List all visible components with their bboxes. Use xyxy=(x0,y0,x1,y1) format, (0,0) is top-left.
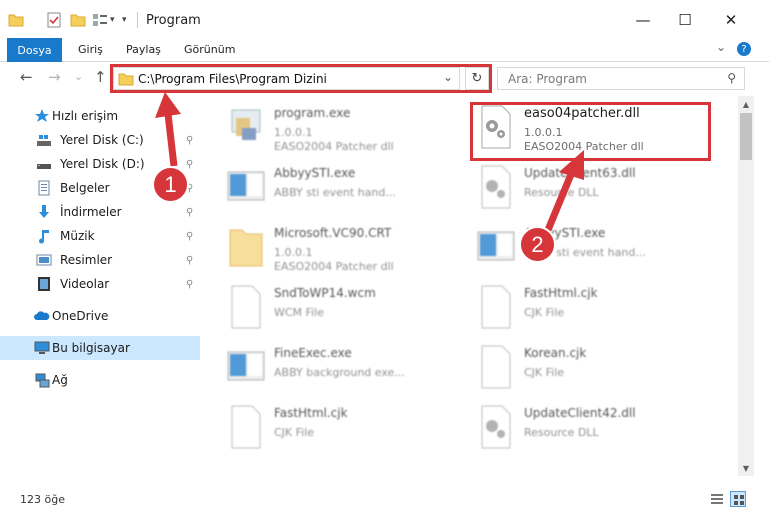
arrow-1-shaft xyxy=(164,113,178,167)
step-1-badge: 1 xyxy=(152,166,189,203)
annotation-arrows xyxy=(155,92,584,232)
arrow-2-shaft xyxy=(544,170,576,232)
step-2-badge: 2 xyxy=(519,226,556,263)
arrow-1-head xyxy=(155,92,181,118)
arrow-2-head xyxy=(559,150,584,180)
